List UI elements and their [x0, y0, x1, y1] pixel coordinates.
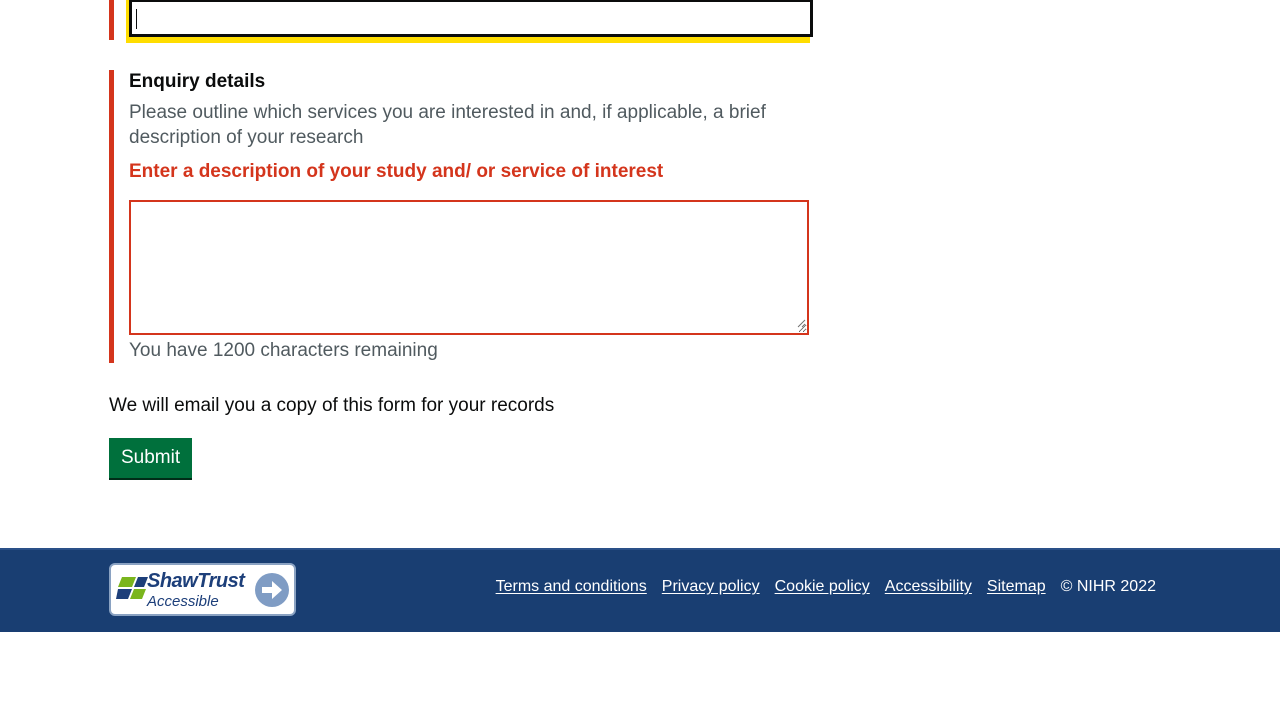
- enquiry-details-hint: Please outline which services you are in…: [129, 102, 766, 148]
- footer-link-accessibility[interactable]: Accessibility: [885, 578, 972, 596]
- error-message: Enter a description of your study and/ o…: [129, 161, 664, 182]
- badge-title: ShawTrust: [147, 570, 245, 592]
- footer-link-terms[interactable]: Terms and conditions: [496, 578, 647, 596]
- footer-link-sitemap[interactable]: Sitemap: [987, 578, 1046, 596]
- footer-link-cookies[interactable]: Cookie policy: [775, 578, 870, 596]
- footer-links: Terms and conditions Privacy policy Cook…: [496, 578, 1156, 596]
- shawtrust-accessible-badge[interactable]: ShawTrust Accessible: [109, 563, 296, 616]
- badge-subtitle: Accessible: [147, 593, 219, 610]
- error-indicator-bar: [109, 0, 114, 40]
- enquiry-details-textarea[interactable]: [129, 200, 809, 335]
- enquiry-details-label: Enquiry details: [129, 71, 266, 92]
- email-copy-note: We will email you a copy of this form fo…: [109, 395, 555, 416]
- character-count: You have 1200 characters remaining: [129, 340, 438, 361]
- footer-top-border: [0, 548, 1280, 550]
- shawtrust-logo-icon: [116, 577, 148, 599]
- enquiry-details-group: Enquiry details Please outline which ser…: [109, 70, 809, 363]
- submit-button[interactable]: Submit: [109, 438, 193, 478]
- focus-highlight: [126, 0, 813, 43]
- copyright-text: © NIHR 2022: [1060, 578, 1156, 595]
- error-indicator-bar: [109, 70, 114, 363]
- site-footer: ShawTrust Accessible Terms and condition…: [0, 548, 1280, 632]
- text-input-field[interactable]: [129, 0, 813, 37]
- footer-link-privacy[interactable]: Privacy policy: [662, 578, 760, 596]
- arrow-right-icon: [255, 573, 289, 607]
- text-cursor: [136, 9, 137, 29]
